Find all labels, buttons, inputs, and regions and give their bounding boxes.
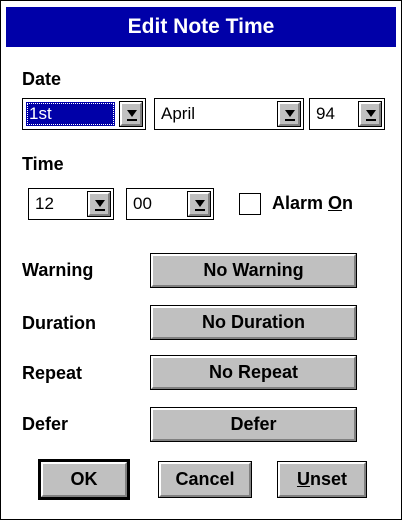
- ok-button[interactable]: OK: [38, 459, 130, 500]
- edit-note-time-dialog: Edit Note Time Date 1st April 94 Time 12…: [0, 0, 402, 520]
- alarm-suffix: n: [342, 193, 354, 213]
- ok-button-label: OK: [70, 469, 98, 489]
- repeat-button[interactable]: No Repeat: [150, 355, 357, 390]
- alarm-prefix: Alarm: [272, 193, 329, 213]
- month-dropdown[interactable]: April: [154, 98, 304, 130]
- dropdown-arrow-icon: [127, 110, 137, 121]
- day-dropdown-button[interactable]: [119, 101, 143, 127]
- unset-mnemonic: U: [296, 469, 310, 489]
- minute-dropdown-button[interactable]: [187, 191, 211, 217]
- unset-button[interactable]: Unset: [277, 461, 367, 498]
- hour-dropdown-button[interactable]: [87, 191, 111, 217]
- alarm-on-checkbox[interactable]: [239, 193, 261, 215]
- dialog-title: Edit Note Time: [127, 15, 275, 38]
- hour-dropdown[interactable]: 12: [28, 188, 114, 220]
- time-label: Time: [22, 154, 64, 174]
- defer-button[interactable]: Defer: [150, 407, 357, 442]
- unset-button-label: Unset: [297, 469, 347, 490]
- duration-button-label: No Duration: [202, 312, 305, 332]
- hour-value: 12: [35, 194, 54, 213]
- warning-button-label: No Warning: [203, 260, 304, 280]
- year-dropdown[interactable]: 94: [309, 98, 385, 130]
- day-value: 1st: [26, 102, 115, 126]
- year-dropdown-button[interactable]: [358, 101, 382, 127]
- dropdown-arrow-icon: [366, 110, 376, 121]
- month-dropdown-button[interactable]: [277, 101, 301, 127]
- title-bar: Edit Note Time: [6, 7, 396, 47]
- warning-button[interactable]: No Warning: [150, 253, 357, 288]
- defer-label: Defer: [22, 414, 69, 434]
- warning-label: Warning: [22, 260, 94, 280]
- dropdown-arrow-icon: [285, 110, 295, 121]
- alarm-mnemonic: O: [328, 193, 343, 213]
- duration-label: Duration: [22, 313, 96, 333]
- dropdown-arrow-icon: [95, 200, 105, 211]
- minute-dropdown[interactable]: 00: [126, 188, 214, 220]
- repeat-label: Repeat: [22, 363, 83, 383]
- defer-button-label: Defer: [230, 414, 277, 434]
- date-label: Date: [22, 69, 62, 89]
- cancel-button-label: Cancel: [175, 469, 235, 489]
- duration-button[interactable]: No Duration: [150, 305, 357, 340]
- year-value: 94: [316, 104, 335, 123]
- month-value: April: [161, 104, 196, 123]
- unset-suffix: nset: [309, 469, 347, 489]
- alarm-on-label[interactable]: Alarm On: [272, 193, 353, 214]
- day-dropdown[interactable]: 1st: [22, 98, 146, 130]
- cancel-button[interactable]: Cancel: [158, 461, 252, 498]
- repeat-button-label: No Repeat: [208, 362, 298, 382]
- minute-value: 00: [133, 194, 152, 213]
- dropdown-arrow-icon: [195, 200, 205, 211]
